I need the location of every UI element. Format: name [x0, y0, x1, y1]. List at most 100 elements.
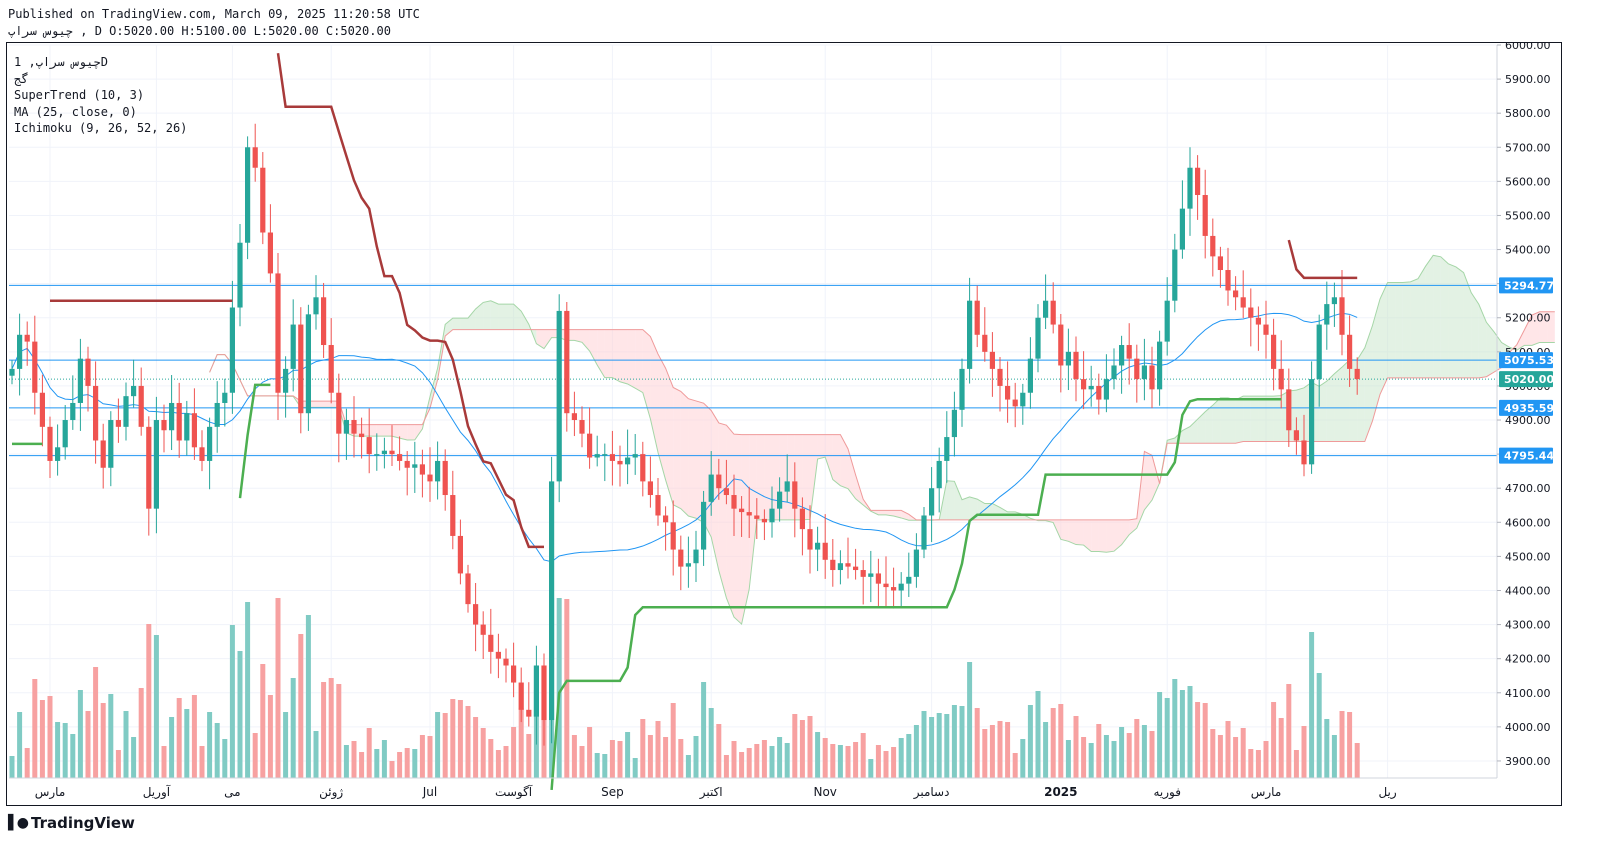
candle-body	[746, 512, 752, 516]
volume-bar	[777, 737, 783, 778]
tradingview-logo[interactable]: ▌● TradingView	[8, 814, 135, 832]
candle-body	[754, 515, 760, 519]
candle-body	[701, 501, 707, 550]
volume-bar	[1347, 712, 1353, 778]
volume-bar	[754, 744, 760, 778]
volume-bar	[526, 734, 532, 778]
candle-body	[1354, 368, 1360, 380]
volume-bar	[1172, 679, 1178, 778]
volume-bar	[959, 706, 965, 778]
candle-body	[1058, 324, 1064, 366]
candle-body	[419, 464, 425, 475]
volume-bar	[761, 740, 767, 778]
candle-body	[321, 297, 327, 346]
volume-bar	[784, 743, 790, 778]
volume-bar	[1088, 743, 1094, 778]
volume-bar	[176, 698, 182, 778]
candle-body	[799, 508, 805, 530]
legend-supertrend[interactable]: SuperTrend (10, 3)	[14, 87, 187, 104]
cloud-segment	[680, 391, 689, 516]
volume-bar	[404, 748, 410, 778]
volume-bar	[412, 749, 418, 778]
candle-body	[1202, 195, 1208, 236]
candle-body	[556, 310, 562, 482]
cloud-segment	[506, 304, 514, 330]
candle-body	[997, 368, 1003, 386]
time-axis[interactable]: مارس آوریل می ژوئن Jul آگوست Sep اکتبر Nov دسامبر…	[9, 777, 1497, 800]
volume-bar	[1202, 703, 1208, 778]
price-tick-label: 4500.00	[1505, 550, 1551, 563]
volume-bar	[1293, 750, 1299, 778]
ohlc-readout: چیوس سراپ , D O:5020.00 H:5100.00 L:5020…	[8, 24, 391, 38]
price-badge-label: 5294.77	[1504, 279, 1554, 292]
candle-body	[24, 334, 30, 342]
price-tick-label: 4100.00	[1505, 687, 1551, 700]
cloud-segment	[604, 329, 613, 378]
volume-bar	[229, 625, 235, 778]
cloud-segment	[673, 387, 681, 509]
volume-bar	[473, 717, 479, 778]
month-label: مارس	[35, 785, 66, 800]
month-label: Jul	[422, 785, 437, 799]
volume-bar	[1179, 690, 1185, 778]
price-tick-label: 3900.00	[1505, 755, 1551, 768]
candle-body	[191, 413, 197, 448]
candle-body	[640, 454, 646, 482]
cloud-segment	[1106, 519, 1114, 553]
supertrend-segment	[1287, 239, 1358, 280]
candle-body	[769, 508, 775, 523]
candle-body	[564, 310, 570, 414]
candle-body	[617, 460, 623, 465]
candle-body	[1149, 365, 1155, 390]
volume-bar	[891, 747, 897, 778]
volume-bar	[70, 734, 76, 778]
candle-body	[108, 420, 114, 468]
candle-body	[381, 450, 387, 455]
volume-bar	[883, 751, 889, 778]
candle-body	[1012, 399, 1018, 407]
volume-bar	[511, 727, 517, 778]
candle-body	[161, 420, 167, 431]
candle-body	[442, 460, 448, 496]
volume-bar	[17, 712, 23, 778]
legend-ichimoku[interactable]: Ichimoku (9, 26, 52, 26)	[14, 120, 187, 137]
volume-bar	[503, 746, 509, 778]
candle-body	[77, 358, 83, 403]
volume-bar	[435, 712, 441, 778]
candle-body	[632, 454, 638, 458]
volume-bar	[1278, 718, 1284, 778]
volume-bar	[237, 651, 243, 778]
legend-ma[interactable]: MA (25, close, 0)	[14, 104, 187, 121]
volume-bar	[1058, 704, 1064, 778]
volume-bar	[389, 761, 395, 778]
candle-body	[343, 420, 349, 434]
candle-body	[404, 460, 410, 468]
candle-body	[929, 488, 935, 516]
volume-bar	[997, 721, 1003, 778]
chart-frame[interactable]: 3900.00 4000.00 4100.00 4200.00 4300.00 4400.…	[6, 39, 1562, 806]
candle-body	[579, 420, 585, 434]
candle-body	[465, 573, 471, 605]
cloud-segment	[848, 448, 856, 499]
legend-symbol[interactable]: چیوس سراپ, 1D	[14, 54, 187, 71]
candle-body	[1339, 297, 1345, 335]
volume-bar	[397, 752, 403, 778]
cloud-segment	[954, 481, 962, 520]
volume-bar	[1149, 731, 1155, 778]
cloud-segment	[977, 499, 985, 520]
candle-body	[328, 345, 334, 393]
volume-bar	[222, 739, 228, 778]
cloud-segment	[612, 329, 620, 382]
volume-bar	[837, 745, 843, 778]
candle-body	[1020, 392, 1026, 407]
volume-bar	[32, 679, 38, 778]
price-axis[interactable]: 3900.00 4000.00 4100.00 4200.00 4300.00 4400.…	[1496, 39, 1554, 778]
cloud-segment	[734, 434, 742, 625]
candle-body	[1271, 334, 1277, 369]
volume-bar	[93, 667, 99, 778]
volume-bar	[427, 736, 433, 778]
price-tick-label: 4400.00	[1505, 584, 1551, 597]
supertrend-segment	[238, 383, 271, 499]
volume-bar	[1316, 673, 1322, 778]
price-chart[interactable]: 3900.00 4000.00 4100.00 4200.00 4300.00 4400.…	[7, 39, 1561, 805]
